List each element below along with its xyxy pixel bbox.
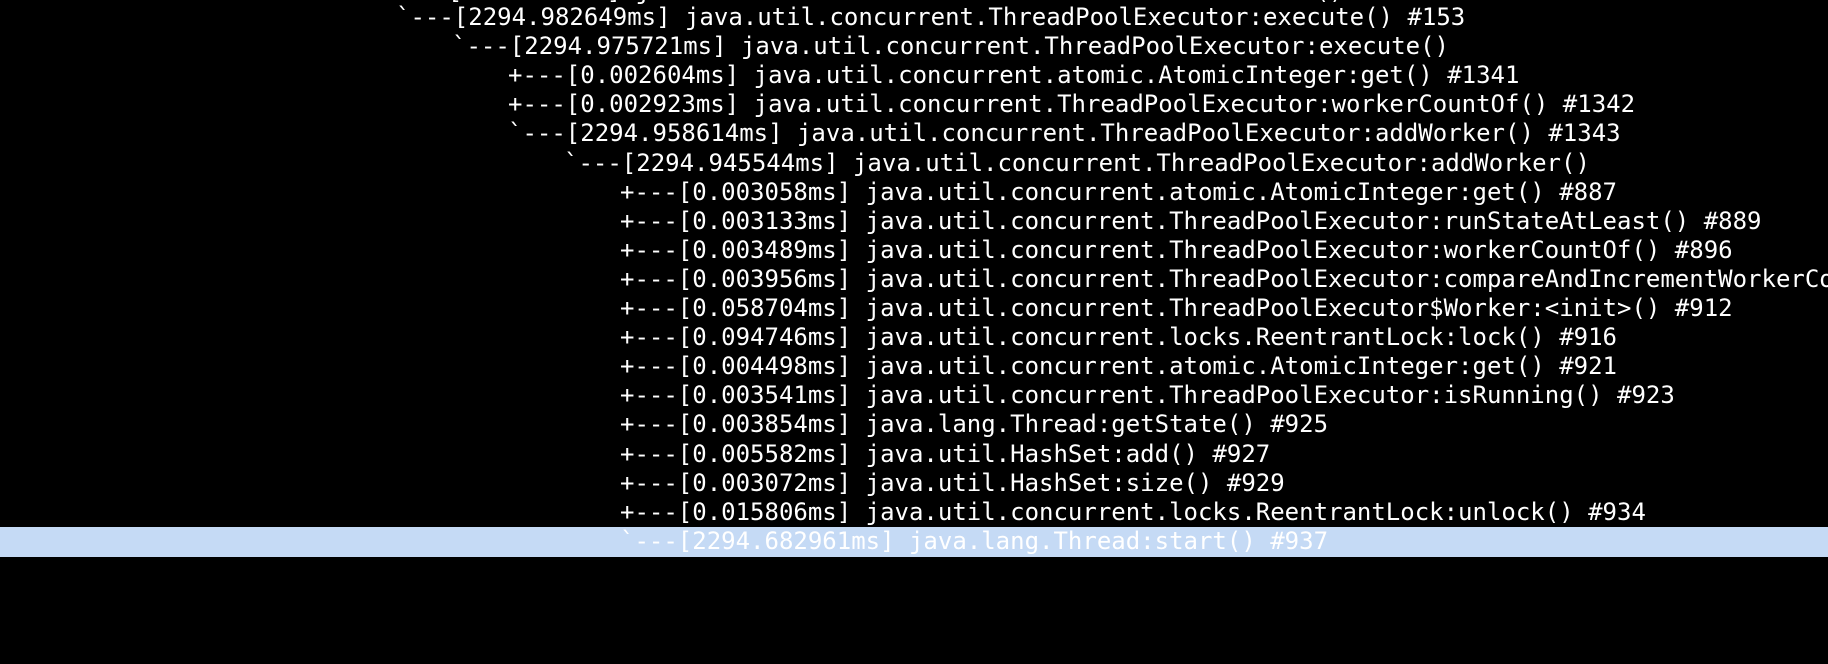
trace-line[interactable]: +---[0.094746ms] java.util.concurrent.lo…: [0, 323, 1828, 352]
trace-line[interactable]: +---[0.003854ms] java.lang.Thread:getSta…: [0, 410, 1828, 439]
trace-line[interactable]: +---[0.002604ms] java.util.concurrent.at…: [0, 61, 1828, 90]
trace-line-text: +---[0.005582ms] java.util.HashSet:add()…: [620, 439, 1271, 468]
trace-line-text: `---[2294.945544ms] java.util.concurrent…: [564, 148, 1590, 177]
trace-line[interactable]: +---[0.003058ms] java.util.concurrent.at…: [0, 178, 1828, 207]
trace-line-text: +---[0.058704ms] java.util.concurrent.Th…: [620, 294, 1733, 322]
trace-line-text: +---[0.003541ms] java.util.concurrent.Th…: [620, 381, 1675, 410]
trace-line-text: +---[0.002604ms] java.util.concurrent.at…: [508, 61, 1520, 90]
trace-line[interactable]: +---[0.003489ms] java.util.concurrent.Th…: [0, 236, 1828, 265]
trace-line-text: +---[0.002923ms] java.util.concurrent.Th…: [508, 90, 1636, 119]
trace-line-text: `---[2294.682961ms] java.lang.Thread:sta…: [620, 526, 1329, 555]
trace-line[interactable]: +---[0.003956ms] java.util.concurrent.Th…: [0, 265, 1828, 294]
trace-line-text: +---[0.004498ms] java.util.concurrent.at…: [620, 352, 1617, 381]
terminal-window[interactable]: `---[2294.98...] java.util.concurrent.Th…: [0, 0, 1828, 664]
terminal-bottom-edge: [0, 654, 1828, 664]
trace-line[interactable]: +---[0.003541ms] java.util.concurrent.Th…: [0, 381, 1828, 410]
trace-line[interactable]: +---[0.005582ms] java.util.HashSet:add()…: [0, 440, 1828, 469]
trace-line-text: `---[2294.982649ms] java.util.concurrent…: [396, 3, 1466, 31]
trace-line-text: +---[0.003058ms] java.util.concurrent.at…: [620, 177, 1617, 206]
trace-line[interactable]: `---[2294.958614ms] java.util.concurrent…: [0, 119, 1828, 148]
trace-line-text: +---[0.015806ms] java.util.concurrent.lo…: [620, 497, 1646, 526]
trace-line[interactable]: +---[0.003133ms] java.util.concurrent.Th…: [0, 207, 1828, 236]
trace-line[interactable]: +---[0.002923ms] java.util.concurrent.Th…: [0, 90, 1828, 119]
trace-line[interactable]: `---[2294.982649ms] java.util.concurrent…: [0, 3, 1828, 32]
trace-line[interactable]: +---[0.058704ms] java.util.concurrent.Th…: [0, 294, 1828, 323]
trace-line-text: `---[2294.958614ms] java.util.concurrent…: [508, 119, 1621, 148]
trace-line[interactable]: `---[2294.975721ms] java.util.concurrent…: [0, 32, 1828, 61]
trace-line-text: +---[0.003854ms] java.lang.Thread:getSta…: [620, 410, 1329, 439]
trace-line-text: `---[2294.975721ms] java.util.concurrent…: [452, 32, 1449, 61]
trace-line[interactable]: +---[0.015806ms] java.util.concurrent.lo…: [0, 498, 1828, 527]
trace-line-text: +---[0.003133ms] java.util.concurrent.Th…: [620, 206, 1762, 235]
trace-line-text: +---[0.003489ms] java.util.concurrent.Th…: [620, 235, 1733, 264]
trace-line-text: +---[0.003072ms] java.util.HashSet:size(…: [620, 468, 1285, 497]
trace-line-text: +---[0.094746ms] java.util.concurrent.lo…: [620, 323, 1617, 352]
trace-line[interactable]: `---[2294.945544ms] java.util.concurrent…: [0, 149, 1828, 178]
trace-line[interactable]: +---[0.003072ms] java.util.HashSet:size(…: [0, 469, 1828, 498]
trace-line-text: +---[0.003956ms] java.util.concurrent.Th…: [620, 264, 1828, 293]
trace-line[interactable]: +---[0.004498ms] java.util.concurrent.at…: [0, 352, 1828, 381]
trace-line-selected[interactable]: `---[2294.682961ms] java.lang.Thread:sta…: [0, 526, 1828, 557]
